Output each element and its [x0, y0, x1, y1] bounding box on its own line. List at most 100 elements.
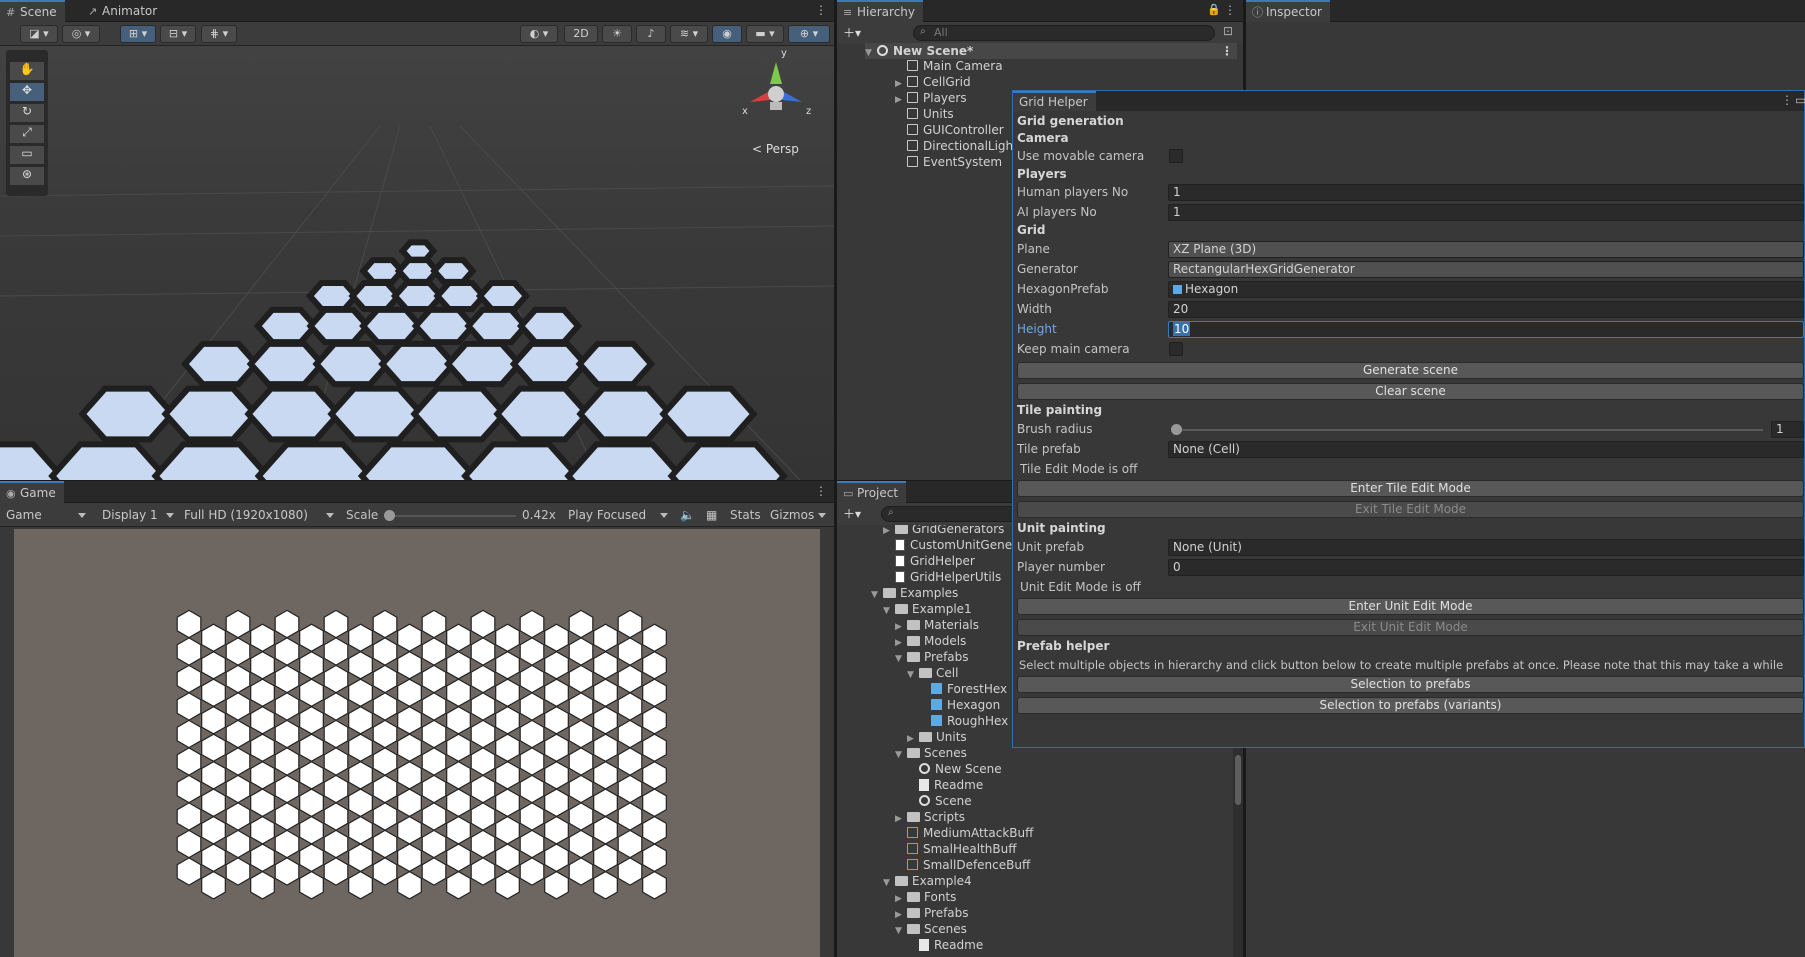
expand-arrow-icon[interactable]: ▼	[895, 923, 907, 939]
tile-prefab-field[interactable]: None (Cell)	[1168, 441, 1804, 458]
tab-game[interactable]: ◉ Game	[0, 481, 64, 503]
slider-thumb[interactable]	[1171, 424, 1182, 435]
draw-mode-button[interactable]: ◪ ▾	[20, 25, 58, 43]
project-item[interactable]: ForestHex	[931, 681, 1007, 697]
hierarchy-item[interactable]: ▶ Players	[895, 90, 967, 106]
scene-viewport[interactable]: ✋ ✥ ↻ ⤢ ▭ ⊛ y x z < Persp	[0, 46, 834, 480]
orientation-gizmo[interactable]: y x z	[740, 48, 811, 124]
project-item[interactable]: Readme	[919, 937, 983, 953]
tab-scene[interactable]: # Scene	[0, 0, 65, 22]
player-number-field[interactable]: 0	[1168, 559, 1804, 576]
move-tool-icon[interactable]: ✥	[10, 83, 44, 101]
expand-arrow-icon[interactable]: ▶	[895, 811, 907, 827]
maximize-icon[interactable]: ▭	[1795, 93, 1805, 107]
mode-2d-button[interactable]: 2D	[564, 25, 598, 43]
more-options-icon[interactable]: ⋮	[815, 484, 827, 500]
expand-arrow-icon[interactable]: ▼	[883, 875, 895, 891]
project-item[interactable]: ▼ Cell	[907, 665, 958, 681]
lighting-toggle-button[interactable]: ☀	[602, 25, 632, 43]
transform-tool-icon[interactable]: ⊛	[10, 167, 44, 185]
width-field[interactable]: 20	[1168, 301, 1804, 318]
hierarchy-item[interactable]: DirectionalLight	[895, 138, 1018, 154]
unit-prefab-field[interactable]: None (Unit)	[1168, 539, 1804, 556]
stats-button[interactable]: Stats	[730, 506, 761, 524]
play-mode-dropdown[interactable]: Play Focused	[564, 506, 672, 524]
hierarchy-item[interactable]: ▶ CellGrid	[895, 74, 971, 90]
project-item[interactable]: ▶ GridGenerators	[883, 525, 1004, 537]
keep-main-camera-checkbox[interactable]	[1169, 342, 1183, 356]
project-item[interactable]: Scene	[919, 793, 972, 809]
expand-arrow-icon[interactable]: ▼	[907, 667, 919, 683]
project-item[interactable]: ▶ Materials	[895, 617, 979, 633]
project-item[interactable]: SmalHealthBuff	[907, 841, 1017, 857]
rect-tool-icon[interactable]: ▭	[10, 146, 44, 164]
plane-dropdown[interactable]: XZ Plane (3D)	[1168, 241, 1804, 258]
height-field[interactable]: 10	[1168, 321, 1804, 338]
project-item[interactable]: ▶ Units	[907, 729, 967, 745]
tab-grid-helper[interactable]: Grid Helper	[1013, 91, 1096, 111]
more-options-icon[interactable]: ⋮	[1781, 93, 1793, 107]
grid-snap-button[interactable]: ⊞ ▾	[120, 25, 156, 43]
project-item[interactable]: ▶ Prefabs	[895, 905, 969, 921]
expand-arrow-icon[interactable]: ▼	[871, 587, 883, 603]
grid-helper-titlebar[interactable]: Grid Helper ⋮ ▭	[1013, 91, 1805, 111]
persp-label[interactable]: < Persp	[752, 142, 799, 156]
ai-players-field[interactable]: 1	[1168, 204, 1804, 221]
hierarchy-item[interactable]: GUIController	[895, 122, 1004, 138]
project-item[interactable]: ▶ Scripts	[895, 809, 965, 825]
camera-settings-button[interactable]: ▬ ▾	[746, 25, 784, 43]
expand-arrow-icon[interactable]: ▼	[895, 747, 907, 763]
mute-audio-icon[interactable]: 🔈	[680, 506, 695, 524]
hand-tool-icon[interactable]: ✋	[10, 62, 44, 80]
use-movable-camera-checkbox[interactable]	[1169, 149, 1183, 163]
resolution-dropdown[interactable]: Full HD (1920x1080)	[180, 506, 338, 524]
rotate-tool-icon[interactable]: ↻	[10, 104, 44, 122]
scale-slider-thumb[interactable]	[384, 510, 395, 521]
enter-tile-edit-button[interactable]: Enter Tile Edit Mode	[1017, 480, 1804, 497]
hexagon-prefab-field[interactable]: Hexagon	[1168, 281, 1804, 298]
project-item[interactable]: GridHelper	[895, 553, 975, 569]
effects-button[interactable]: ≋ ▾	[670, 25, 708, 43]
scale-slider[interactable]	[384, 510, 516, 521]
clear-scene-button[interactable]: Clear scene	[1017, 383, 1804, 400]
tab-inspector[interactable]: ⓘ Inspector	[1246, 0, 1330, 22]
shading-mode-button[interactable]: ◐ ▾	[520, 25, 558, 43]
more-options-icon[interactable]: ⋮	[1221, 43, 1233, 59]
project-item[interactable]: RoughHex	[931, 713, 1008, 729]
shortcuts-icon[interactable]: ▦	[706, 506, 717, 524]
project-item[interactable]: ▶ Models	[895, 633, 966, 649]
display-mode-dropdown[interactable]: Game	[2, 506, 90, 524]
search-options-icon[interactable]: ⊡	[1223, 24, 1233, 38]
scrollbar-thumb[interactable]	[1235, 755, 1241, 805]
selection-to-prefabs-variants-button[interactable]: Selection to prefabs (variants)	[1017, 697, 1804, 714]
enter-unit-edit-button[interactable]: Enter Unit Edit Mode	[1017, 598, 1804, 615]
project-item[interactable]: ▼ Prefabs	[895, 649, 969, 665]
hierarchy-item[interactable]: Units	[895, 106, 954, 122]
project-item[interactable]: ▼ Examples	[871, 585, 958, 601]
project-item[interactable]: Hexagon	[931, 697, 1000, 713]
brush-radius-field[interactable]: 1	[1771, 421, 1804, 438]
increment-snap-button[interactable]: ⋕ ▾	[201, 25, 237, 43]
project-item[interactable]: New Scene	[919, 761, 1002, 777]
tab-project[interactable]: ▭ Project	[837, 481, 907, 503]
more-options-icon[interactable]: ⋮	[1224, 3, 1236, 19]
project-item[interactable]: ▼ Example4	[883, 873, 972, 889]
exit-tile-edit-button[interactable]: Exit Tile Edit Mode	[1017, 501, 1804, 518]
search-field[interactable]: ⌕ All	[913, 25, 1215, 41]
add-button[interactable]: ＋▾	[843, 505, 861, 522]
game-view[interactable]	[14, 529, 820, 957]
exit-unit-edit-button[interactable]: Exit Unit Edit Mode	[1017, 619, 1804, 636]
lock-icon[interactable]: 🔒	[1207, 3, 1221, 16]
generate-scene-button[interactable]: Generate scene	[1017, 362, 1804, 379]
expand-arrow-icon[interactable]: ▼	[883, 603, 895, 619]
display-dropdown[interactable]: Display 1	[98, 506, 178, 524]
project-item[interactable]: ▼ Example1	[883, 601, 972, 617]
project-item[interactable]: SmallDefenceBuff	[907, 857, 1030, 873]
hierarchy-scene-row[interactable]: ▼ New Scene* ⋮	[865, 43, 1237, 59]
project-item[interactable]: GridHelperUtils	[895, 569, 1001, 585]
tab-animator[interactable]: ↗ Animator	[82, 0, 165, 22]
project-item[interactable]: ▼ Scenes	[895, 921, 967, 937]
audio-toggle-button[interactable]: ♪	[636, 25, 666, 43]
generator-dropdown[interactable]: RectangularHexGridGenerator	[1168, 261, 1804, 278]
expand-arrow-icon[interactable]: ▼	[865, 45, 877, 61]
